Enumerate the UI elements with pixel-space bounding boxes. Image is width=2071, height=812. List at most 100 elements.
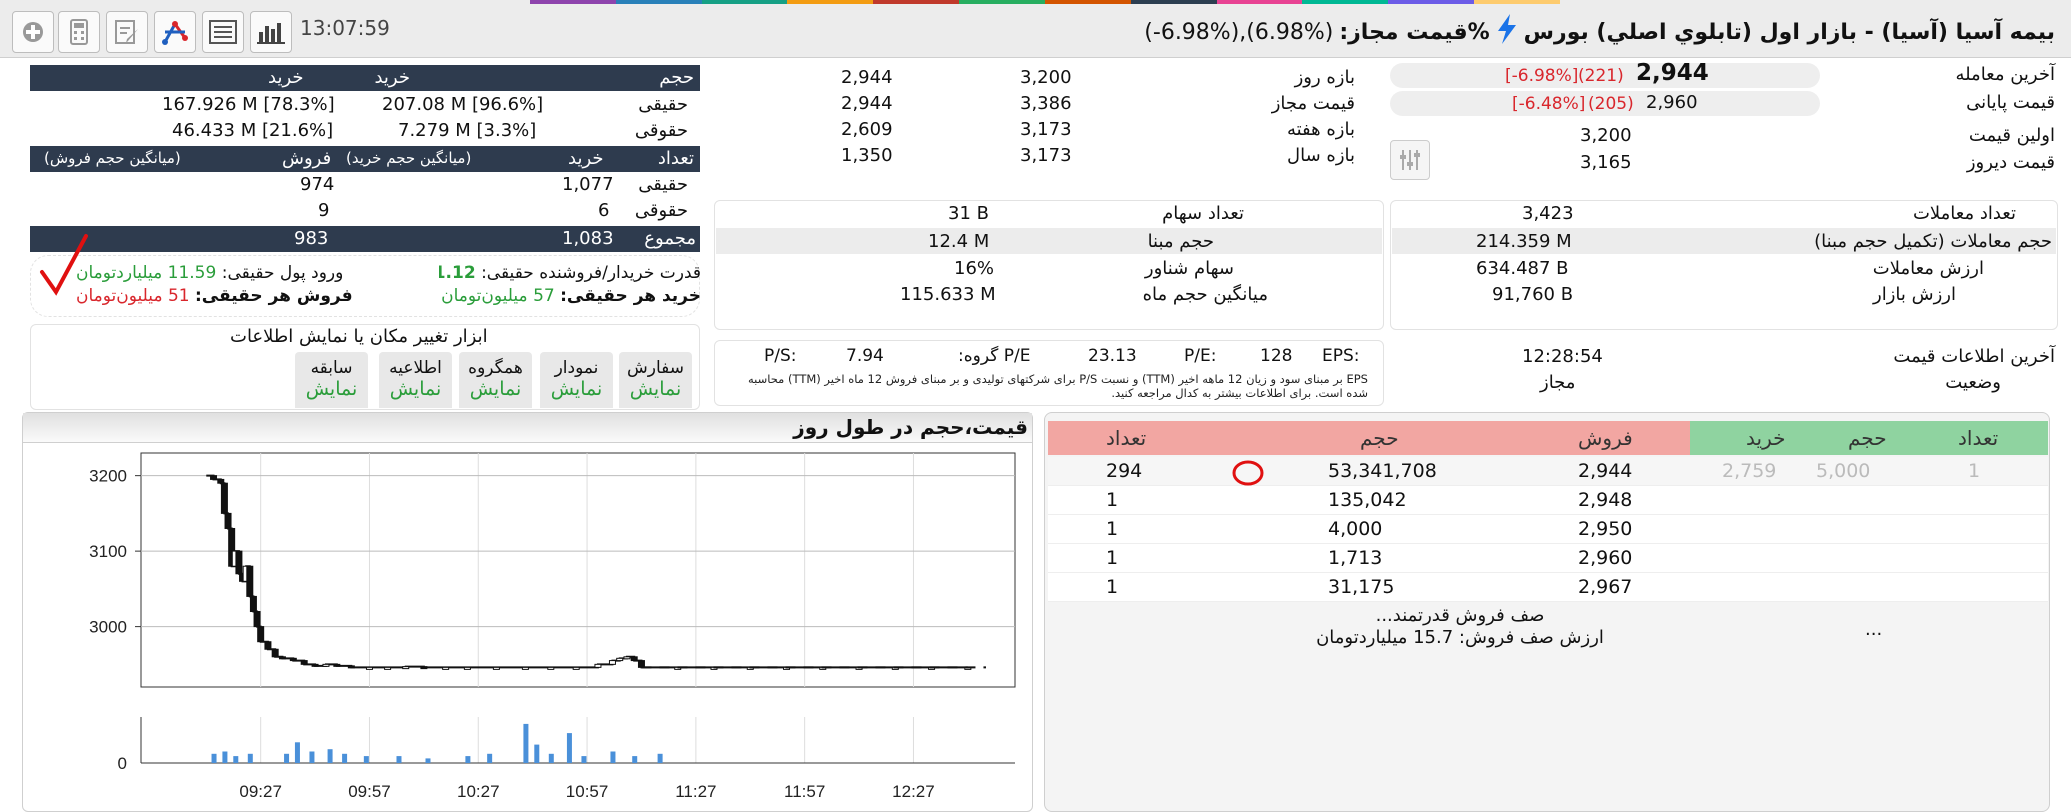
volume-bar — [581, 756, 587, 763]
stat-label: حجم معاملات (تکمیل حجم مبنا) — [1814, 230, 2052, 252]
orderbook-row[interactable]: 294 53,341,708 2,944 2,759 5,000 1 — [1048, 457, 2048, 486]
range-high: 3,173 — [1020, 144, 1072, 166]
volume-bar — [211, 753, 217, 763]
edit-note-icon[interactable] — [106, 11, 148, 53]
sell-volume: 4,000 — [1328, 518, 1383, 540]
sell-price: 2,948 — [1578, 489, 1633, 511]
x-tick-label: 09:57 — [348, 782, 391, 801]
last-info-time: 12:28:54 — [1522, 346, 1603, 367]
share-label: سهام شناور — [1144, 257, 1234, 279]
queue-text: صف فروش قدرتمند... — [1375, 605, 1545, 626]
buy-vol-header: حجم — [1848, 426, 1887, 450]
range-low: 2,609 — [841, 118, 893, 140]
row-label: حقیقی — [638, 174, 688, 195]
yesterday-price-label: قیمت دیروز — [1966, 152, 2055, 173]
buy-volume: 5,000 — [1816, 460, 1871, 482]
volume-bar — [632, 756, 638, 763]
tab-notices[interactable]: اطلاعیه نمایش — [379, 352, 452, 408]
calculator-icon[interactable] — [58, 11, 100, 53]
bar-chart-icon[interactable] — [250, 11, 292, 53]
range-row: 1,350 3,173 بازه سال — [715, 142, 1355, 168]
volume-bar — [523, 723, 529, 763]
buy-price: 2,759 — [1722, 460, 1777, 482]
row-label: حقیقی — [638, 94, 688, 115]
stat-row: 3,423 تعداد معاملات — [1392, 200, 2056, 226]
queue-value: ارزش صف فروش: 15.7 میلیاردتومان — [1316, 627, 1604, 648]
group-pe-value: 7.94 — [846, 346, 884, 366]
price-candle — [311, 663, 319, 667]
client-count-header: تعداد خرید (میانگین حجم خرید) فروش (میان… — [30, 146, 700, 172]
orderbook-row[interactable]: 1 135,042 2,948 — [1048, 486, 2048, 515]
price-candle — [420, 666, 428, 670]
sliders-icon[interactable] — [1390, 140, 1430, 180]
sell-count-header: تعداد — [1106, 426, 1147, 450]
price-candle — [235, 550, 243, 575]
real-buy-count: 1,077 — [562, 174, 614, 195]
price-candle — [637, 660, 645, 668]
y-tick-label: 3000 — [89, 618, 127, 637]
chart-title: قیمت،حجم در طول روز — [793, 415, 1028, 439]
close-price-value: 2,960 — [1646, 92, 1698, 113]
close-price-label: قیمت پایانی — [1966, 92, 2055, 113]
orderbook-row[interactable]: 1 31,175 2,967 — [1048, 573, 2048, 602]
real-sell-count: 974 — [300, 174, 335, 195]
sell-vol-header: حجم — [1360, 426, 1399, 450]
clock: 13:07:59 — [300, 16, 390, 40]
x-tick-label: 11:57 — [784, 782, 825, 801]
volume-bar — [610, 751, 616, 763]
volume-bar — [487, 753, 493, 763]
orderbook-panel: تعداد حجم فروش خرید حجم تعداد 294 53,341,… — [1044, 412, 2050, 812]
tab-show: نمایش — [550, 377, 603, 400]
share-row: 12.4 M حجم مبنا — [716, 228, 1382, 254]
share-value: 16% — [954, 257, 995, 279]
add-icon[interactable] — [12, 11, 54, 53]
volume-bar — [657, 753, 663, 763]
top-toolbar: 13:07:59 بیمه آسیا (آسیا) - بازار اول (ت… — [0, 0, 2071, 58]
tab-chart[interactable]: نمودار نمایش — [540, 352, 613, 408]
list-icon[interactable] — [202, 11, 244, 53]
symbol-header: بیمه آسیا (آسیا) - بازار اول (تابلوي اصل… — [1144, 14, 2055, 50]
price-volume-chart: 09:27 09:57 10:27 10:57 11:27 11:57 12:27 3200 3… — [89, 452, 1016, 801]
sell-count: 1 — [1106, 518, 1119, 540]
header-count: تعداد — [657, 148, 694, 169]
tab-history[interactable]: سابقه نمایش — [295, 352, 368, 408]
network-icon[interactable] — [154, 11, 196, 53]
volume-zero-label: 0 — [118, 754, 127, 773]
x-tick-label: 10:27 — [457, 782, 500, 801]
group-pe-label: P/E گروه: — [958, 346, 1031, 366]
close-price-change: (205) — [1588, 94, 1634, 114]
volume-bar — [222, 751, 228, 763]
volume-bar — [396, 756, 402, 763]
sell-price-header: فروش — [1578, 426, 1633, 450]
volume-bar — [309, 751, 315, 763]
client-real-count: حقیقی 1,077 974 — [30, 173, 700, 199]
volume-bar — [566, 733, 572, 763]
price-candle — [249, 595, 257, 613]
range-low: 2,944 — [841, 92, 893, 114]
price-candle — [347, 665, 355, 669]
tab-peers[interactable]: همگروه نمایش — [459, 352, 532, 408]
tab-orders[interactable]: سفارش نمایش — [619, 352, 692, 408]
orderbook-row[interactable]: 1 1,713 2,960 — [1048, 544, 2048, 573]
volume-bar — [534, 744, 540, 763]
ps-label: P/S: — [764, 346, 797, 366]
price-candle — [253, 611, 261, 628]
range-row: 2,944 3,386 قیمت مجاز — [715, 90, 1355, 116]
total-buy-count: 1,083 — [562, 228, 614, 249]
price-candle — [210, 475, 218, 480]
orderbook-row[interactable]: 1 4,000 2,950 — [1048, 515, 2048, 544]
stat-value: 634.487 B — [1476, 257, 1569, 279]
share-label: تعداد سهام — [1162, 202, 1244, 224]
power-label: قدرت خریدار/فروشنده حقیقی: — [481, 263, 701, 283]
price-candle — [224, 512, 232, 529]
symbol-name: بیمه آسیا (آسیا) - بازار اول (تابلوي اصل… — [1523, 19, 2055, 45]
price-candle — [246, 565, 254, 597]
eps-value: 128 — [1260, 346, 1293, 366]
volume-bar — [247, 753, 253, 763]
sell-volume: 31,175 — [1328, 576, 1395, 598]
inflow-value: 11.59 میلیاردتومان — [76, 263, 217, 283]
volume-bar — [425, 758, 431, 763]
y-tick-label: 3200 — [89, 467, 127, 486]
header-buy: خرید — [268, 67, 304, 88]
price-candle — [521, 666, 529, 670]
